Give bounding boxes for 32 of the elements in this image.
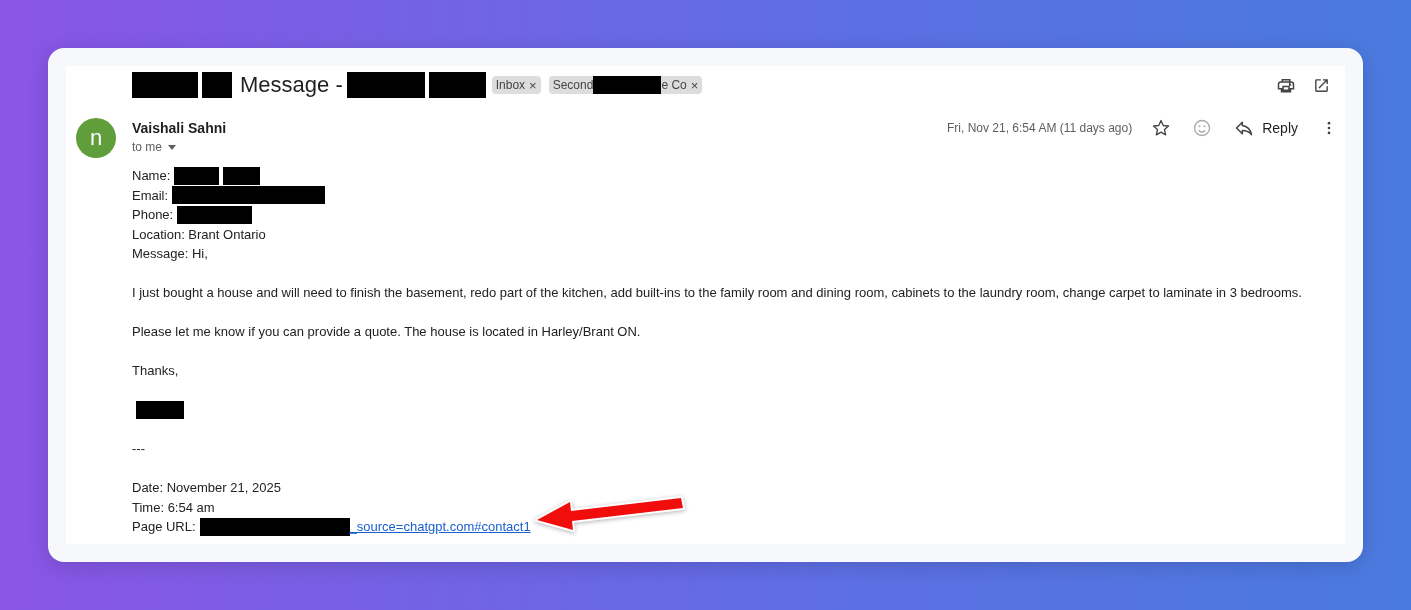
label-chip[interactable]: Inbox × — [491, 76, 541, 94]
reply-button[interactable]: Reply — [1234, 118, 1298, 138]
remove-label-icon[interactable]: × — [529, 77, 537, 93]
body-text: Thanks, — [132, 362, 179, 380]
email-subject: Message - — [240, 72, 343, 98]
body-text: Please let me know if you can provide a quote. The house is located in Harley/Brant ON. — [132, 323, 641, 341]
body-text: I just bought a house and will need to finish the basement, redo part of the kitchen, add built-ins to the family room and dining room, cabinets to the laundry room, change carpet to laminate in 3 bedrooms. — [132, 284, 1302, 302]
sender-name: Vaishali Sahni — [132, 119, 227, 137]
sender-avatar: n — [76, 118, 116, 158]
body-text: Date: November 21, 2025 — [132, 479, 281, 497]
body-text: Phone: — [132, 206, 174, 224]
body-text: --- — [132, 440, 145, 458]
redaction-bar — [202, 72, 232, 98]
body-text: Location: Brant Ontario — [132, 225, 266, 244]
body-text: Message: Hi, — [132, 245, 208, 263]
recipient-dropdown[interactable]: to me — [132, 137, 227, 157]
label-chip[interactable]: Second e Co × — [548, 76, 703, 94]
body-text: Email: — [132, 186, 169, 205]
redaction-bar — [132, 72, 198, 98]
open-in-new-icon[interactable] — [1313, 76, 1330, 94]
body-text: Name: — [132, 167, 171, 185]
body-text: Page URL: — [132, 518, 196, 536]
redaction-bar — [593, 76, 662, 94]
remove-label-icon[interactable]: × — [690, 77, 699, 93]
email-date: Fri, Nov 21, 6:54 AM (11 days ago) — [947, 121, 1133, 135]
redaction-bar — [428, 72, 486, 98]
body-text: Time: 6:54 am — [132, 498, 215, 517]
star-icon[interactable] — [1151, 118, 1172, 138]
caret-icon[interactable] — [168, 144, 176, 150]
redaction-bar — [136, 400, 184, 419]
reply-icon — [1234, 118, 1255, 138]
print-icon[interactable] — [1277, 76, 1295, 94]
